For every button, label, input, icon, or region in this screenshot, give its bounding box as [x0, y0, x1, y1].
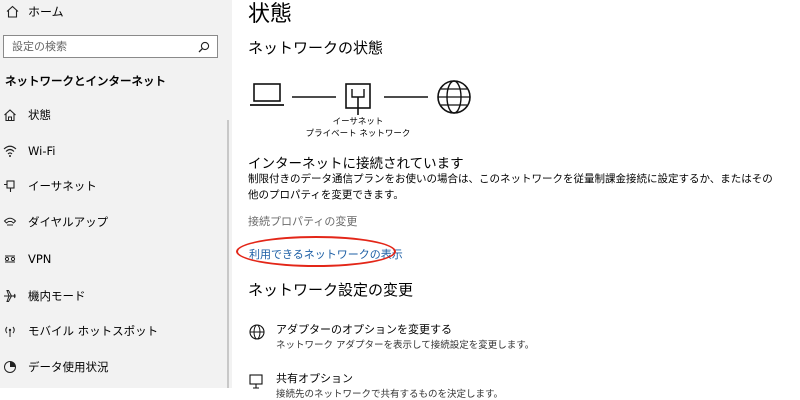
- search-icon[interactable]: [197, 40, 211, 54]
- sidebar-item-label: イーサネット: [28, 179, 97, 193]
- home-label: ホーム: [28, 4, 64, 19]
- home-icon: [5, 4, 19, 18]
- laptop-icon: [250, 83, 284, 106]
- sidebar-item-status[interactable]: 状態: [3, 104, 51, 126]
- sidebar-item-label: 状態: [28, 108, 51, 122]
- network-settings-heading: ネットワーク設定の変更: [248, 281, 414, 299]
- page-title: 状態: [248, 2, 293, 27]
- hotspot-icon: [3, 324, 17, 338]
- ethernet-icon: [3, 179, 17, 193]
- sidebar-item-mobile-hotspot[interactable]: モバイル ホットスポット: [3, 320, 158, 342]
- device-label: イーサネット プライベート ネットワーク: [298, 116, 418, 140]
- adapter-globe-icon: [248, 323, 266, 341]
- sidebar-item-label: データ使用状況: [28, 360, 109, 374]
- sidebar-scrollbar[interactable]: [227, 120, 229, 388]
- sidebar-item-vpn[interactable]: VPN: [3, 248, 51, 270]
- change-connection-properties-link[interactable]: 接続プロパティの変更: [248, 213, 357, 229]
- network-status-heading: ネットワークの状態: [248, 39, 384, 57]
- sidebar-item-label: Wi-Fi: [28, 144, 56, 158]
- sidebar-item-ethernet[interactable]: イーサネット: [3, 175, 97, 197]
- ethernet-port-icon: [345, 83, 371, 115]
- sharing-options-title: 共有オプション: [276, 372, 353, 385]
- network-diagram-graphic: [250, 80, 471, 115]
- home-status-icon: [3, 108, 17, 122]
- sharing-options-description: 接続先のネットワークで共有するものを決定します。: [276, 389, 504, 400]
- sidebar-item-wifi[interactable]: Wi-Fi: [3, 140, 55, 162]
- sidebar-item-label: モバイル ホットスポット: [28, 324, 159, 338]
- sidebar-item-label: ダイヤルアップ: [28, 215, 109, 229]
- adapter-options-title: アダプターのオプションを変更する: [276, 323, 452, 336]
- vpn-icon: [3, 252, 17, 266]
- settings-search-box[interactable]: [3, 35, 218, 58]
- adapter-options-description: ネットワーク アダプターを表示して接続設定を変更します。: [276, 340, 535, 351]
- sidebar-item-airplane-mode[interactable]: 機内モード: [3, 285, 86, 307]
- sidebar-section-title: ネットワークとインターネット: [5, 74, 166, 88]
- sidebar: ホーム ネットワークとインターネット 状態 Wi-Fi イーサネット ダイヤルア…: [0, 0, 232, 388]
- sidebar-item-label: 機内モード: [28, 289, 86, 303]
- search-input[interactable]: [12, 40, 182, 53]
- show-available-networks-link[interactable]: 利用できるネットワークの表示: [249, 246, 403, 262]
- wifi-icon: [3, 144, 17, 158]
- sidebar-item-dialup[interactable]: ダイヤルアップ: [3, 211, 108, 233]
- device-label-line2: プライベート ネットワーク: [305, 129, 411, 139]
- home-nav-item[interactable]: ホーム: [5, 2, 64, 20]
- sharing-icon: [248, 372, 266, 390]
- data-usage-icon: [3, 360, 17, 374]
- status-description: 制限付きのデータ通信プランをお使いの場合は、このネットワークを従量制課金接続に設…: [248, 173, 773, 201]
- main-content: 状態 ネットワークの状態 イーサネット プライベート ネットワーク インターネッ…: [232, 0, 800, 400]
- device-label-line1: イーサネット: [332, 117, 384, 127]
- connection-status-text: インターネットに接続されています: [248, 156, 464, 172]
- airplane-icon: [3, 289, 17, 303]
- sidebar-item-label: VPN: [28, 252, 52, 266]
- sidebar-item-data-usage[interactable]: データ使用状況: [3, 356, 109, 378]
- globe-icon: [437, 80, 471, 114]
- dialup-icon: [3, 215, 17, 229]
